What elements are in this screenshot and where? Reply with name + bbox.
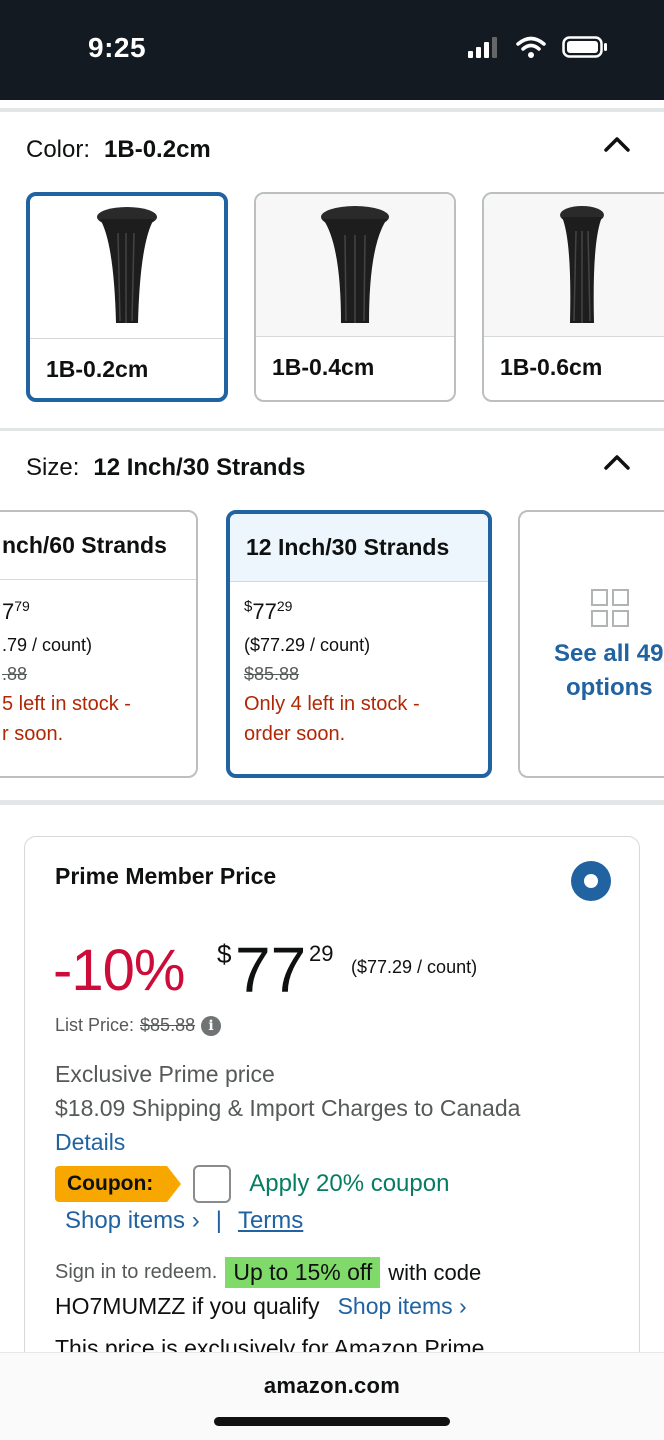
- home-indicator[interactable]: [214, 1417, 450, 1426]
- size-option-list-price: $85.88: [244, 664, 300, 684]
- collapse-chevron-icon[interactable]: [602, 132, 632, 156]
- battery-icon: [562, 36, 607, 58]
- color-option-1b-04[interactable]: 1B-0.4cm: [254, 192, 456, 402]
- collapse-chevron-icon[interactable]: [602, 450, 632, 474]
- stock-warning: 5 left in stock -: [2, 693, 131, 715]
- divider: [0, 800, 664, 805]
- prime-member-price-box[interactable]: Prime Member Price -10% $ 77 29 ($77.29 …: [24, 836, 640, 1396]
- prime-price-title: Prime Member Price: [55, 863, 277, 889]
- stock-warning: r soon.: [2, 723, 64, 745]
- color-option-name: 1B-0.4cm: [272, 354, 375, 380]
- coupon-checkbox[interactable]: [193, 1165, 232, 1203]
- signal-icon: [468, 37, 497, 58]
- coupon-badge: Coupon:: [55, 1166, 182, 1202]
- product-image: [256, 194, 454, 336]
- details-link[interactable]: Details: [55, 1129, 125, 1156]
- coupon-links: Shop items › | Terms: [65, 1207, 303, 1235]
- sign-in-text[interactable]: Sign in to redeem.: [55, 1261, 217, 1284]
- status-bar: 9:25: [0, 0, 664, 100]
- coupon-row: Coupon: Apply 20% coupon: [55, 1165, 449, 1203]
- terms-link[interactable]: Terms: [238, 1207, 303, 1235]
- see-all-label: options: [566, 674, 653, 701]
- size-option-list-price: .88: [2, 664, 28, 684]
- separator: |: [215, 1207, 222, 1234]
- color-selected-value: 1B-0.2cm: [104, 136, 211, 163]
- with-code-text: with code: [388, 1259, 482, 1285]
- color-label: Color:: [26, 136, 91, 163]
- color-option-name: 1B-0.2cm: [46, 356, 149, 382]
- divider: [0, 428, 664, 431]
- size-option-title: 12 Inch/30 Strands: [230, 514, 488, 582]
- color-option-1b-06[interactable]: 1B-0.6cm: [482, 192, 664, 402]
- info-icon[interactable]: i: [201, 1015, 222, 1036]
- divider: [0, 108, 664, 112]
- promo-code-text: HO7MUMZZ if you qualify: [55, 1293, 320, 1319]
- browser-bottom-bar: amazon.com: [0, 1352, 664, 1440]
- see-all-label: See all 49: [554, 640, 664, 667]
- size-option-price: 779: [2, 598, 30, 624]
- size-option-30-strands[interactable]: 12 Inch/30 Strands $7729 ($77.29 / count…: [226, 510, 492, 778]
- exclusive-prime-text: Exclusive Prime price: [55, 1061, 275, 1087]
- size-option-price: $7729: [244, 598, 293, 624]
- shop-items-link[interactable]: Shop items ›: [338, 1293, 467, 1320]
- prime-price-radio[interactable]: [571, 861, 611, 901]
- shipping-text: $18.09 Shipping & Import Charges to Cana…: [55, 1095, 521, 1121]
- color-option-1b-02[interactable]: 1B-0.2cm: [26, 192, 228, 402]
- stock-warning: order soon.: [244, 723, 346, 745]
- size-label: Size:: [26, 454, 80, 481]
- size-option-unit-price: ($77.29 / count): [244, 635, 371, 655]
- color-option-name: 1B-0.6cm: [500, 354, 603, 380]
- size-option-details: $7729 ($77.29 / count) $85.88 Only 4 lef…: [244, 598, 480, 749]
- promo-code-row: HO7MUMZZ if you qualify Shop items ›: [55, 1293, 467, 1320]
- status-icons: [468, 36, 608, 58]
- promo-row: Sign in to redeem. Up to 15% off with co…: [55, 1257, 481, 1288]
- status-time: 9:25: [88, 32, 147, 63]
- size-selected-value: 12 Inch/30 Strands: [93, 454, 306, 481]
- list-price: List Price: $85.88 i: [55, 1015, 222, 1036]
- stock-warning: Only 4 left in stock -: [244, 693, 420, 715]
- size-option-unit-price: .79 / count): [2, 635, 93, 655]
- size-option-60-strands[interactable]: nch/60 Strands 779 .79 / count) .88 5 le…: [0, 510, 198, 778]
- size-option-details: 779 .79 / count) .88 5 left in stock - r…: [2, 598, 188, 749]
- shop-items-link[interactable]: Shop items ›: [65, 1207, 200, 1235]
- promo-badge: Up to 15% off: [225, 1257, 381, 1288]
- wifi-icon: [516, 36, 546, 58]
- hair-extension-image: [321, 206, 389, 323]
- product-image: [484, 194, 664, 336]
- hair-extension-image: [560, 206, 604, 323]
- url-domain[interactable]: amazon.com: [0, 1373, 664, 1399]
- unit-price: ($77.29 / count): [351, 957, 478, 977]
- grid-icon: [591, 589, 629, 627]
- size-option-title: nch/60 Strands: [0, 512, 196, 580]
- size-section-title: Size: 12 Inch/30 Strands: [26, 454, 305, 482]
- see-all-options-button[interactable]: See all 49 options: [518, 510, 664, 778]
- hair-extension-image: [97, 207, 157, 323]
- product-image: [30, 196, 224, 338]
- color-section-title: Color: 1B-0.2cm: [26, 136, 211, 164]
- apply-coupon-label[interactable]: Apply 20% coupon: [249, 1170, 449, 1198]
- discount-percent: -10%: [53, 938, 185, 1003]
